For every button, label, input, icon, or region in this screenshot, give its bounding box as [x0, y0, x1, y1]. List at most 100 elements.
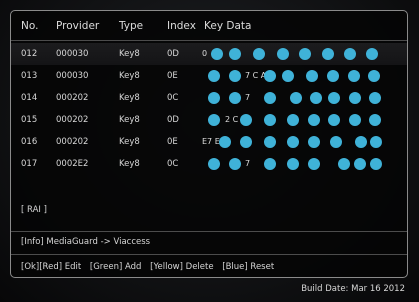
- row-no: 012: [21, 49, 38, 59]
- redaction-mark: [264, 114, 276, 126]
- table-row[interactable]: 014 000202 Key8 0C 7: [11, 87, 407, 109]
- hints-divider: [11, 254, 407, 255]
- redaction-mark: [290, 92, 302, 104]
- redaction-mark: [264, 136, 276, 148]
- redaction-mark: [355, 136, 367, 148]
- redaction-mark: [229, 48, 241, 60]
- row-provider: 000030: [56, 49, 89, 59]
- redaction-mark: [229, 92, 241, 104]
- redaction-mark: [310, 92, 322, 104]
- key-data-text: 7: [245, 159, 251, 168]
- redaction-mark: [306, 70, 318, 82]
- redaction-mark: [349, 92, 361, 104]
- redaction-mark: [349, 114, 361, 126]
- redaction-mark: [328, 92, 340, 104]
- row-no: 014: [21, 93, 38, 103]
- column-header-type: Type: [119, 20, 144, 32]
- key-data-char: 0: [202, 49, 208, 58]
- redaction-mark: [327, 70, 339, 82]
- redaction-mark: [344, 48, 356, 60]
- row-provider: 000030: [56, 71, 89, 81]
- redaction-mark: [219, 136, 231, 148]
- redaction-mark: [282, 70, 294, 82]
- redaction-mark: [366, 48, 378, 60]
- column-header-index: Index: [167, 20, 196, 32]
- row-provider: 000202: [56, 115, 89, 125]
- table-row[interactable]: 016 000202 Key8 0E E7 E: [11, 131, 407, 153]
- redaction-mark: [229, 158, 241, 170]
- rai-label: [ RAI ]: [21, 205, 47, 215]
- row-type: Key8: [119, 115, 140, 125]
- row-no: 016: [21, 137, 38, 147]
- redaction-mark: [208, 70, 220, 82]
- redaction-mark: [330, 136, 342, 148]
- row-type: Key8: [119, 93, 140, 103]
- column-header-no: No.: [21, 20, 39, 32]
- status-divider: [11, 231, 407, 232]
- header-divider: [11, 40, 407, 41]
- redaction-mark: [369, 114, 381, 126]
- build-date: Build Date: Mar 16 2012: [301, 284, 405, 294]
- row-key-data: 2 C: [202, 112, 402, 128]
- key-editor-panel: No. Provider Type Index Key Data 012 000…: [10, 10, 408, 278]
- redaction-mark: [211, 48, 223, 60]
- redaction-mark: [287, 136, 299, 148]
- redaction-mark: [368, 70, 380, 82]
- redaction-mark: [264, 158, 276, 170]
- redaction-mark: [369, 92, 381, 104]
- table-row[interactable]: 015 000202 Key8 0D 2 C: [11, 109, 407, 131]
- redaction-mark: [240, 114, 252, 126]
- row-index: 0C: [167, 93, 179, 103]
- column-header-key-data: Key Data: [204, 20, 252, 32]
- redaction-mark: [308, 158, 320, 170]
- screen: No. Provider Type Index Key Data 012 000…: [0, 0, 419, 302]
- redaction-mark: [299, 48, 311, 60]
- table-row[interactable]: 012 000030 Key8 0D 0: [11, 43, 407, 65]
- key-data-text: E7 E: [202, 137, 220, 146]
- table-row[interactable]: 017 0002E2 Key8 0C 7: [11, 153, 407, 175]
- edit-hint[interactable]: [Ok][Red] Edit: [21, 262, 81, 272]
- redaction-mark: [208, 92, 220, 104]
- row-provider: 0002E2: [56, 159, 89, 169]
- row-provider: 000202: [56, 93, 89, 103]
- row-key-data: E7 E: [202, 134, 402, 150]
- redaction-mark: [308, 136, 320, 148]
- row-index: 0D: [167, 115, 179, 125]
- row-index: 0D: [167, 49, 179, 59]
- delete-hint[interactable]: [Yellow] Delete: [150, 262, 213, 272]
- key-data-text: 2 C: [225, 115, 239, 124]
- row-key-data: 0: [202, 46, 402, 62]
- row-no: 013: [21, 71, 38, 81]
- key-data-text: 7: [245, 93, 251, 102]
- row-index: 0E: [167, 71, 178, 81]
- redaction-mark: [370, 158, 382, 170]
- redaction-mark: [354, 158, 366, 170]
- add-hint[interactable]: [Green] Add: [90, 262, 142, 272]
- row-type: Key8: [119, 71, 140, 81]
- row-type: Key8: [119, 137, 140, 147]
- redaction-mark: [370, 136, 382, 148]
- reset-hint[interactable]: [Blue] Reset: [222, 262, 274, 272]
- row-index: 0C: [167, 159, 179, 169]
- redaction-mark: [229, 70, 241, 82]
- table-header: No. Provider Type Index Key Data: [11, 11, 407, 41]
- redaction-mark: [308, 114, 320, 126]
- row-provider: 000202: [56, 137, 89, 147]
- key-table: 012 000030 Key8 0D 0 013 000030 Key8 0E …: [11, 43, 407, 175]
- row-key-data: 7: [202, 90, 402, 106]
- row-no: 017: [21, 159, 38, 169]
- info-line: [Info] MediaGuard -> Viaccess: [21, 237, 151, 247]
- redaction-mark: [253, 48, 265, 60]
- row-index: 0E: [167, 137, 178, 147]
- redaction-mark: [264, 70, 276, 82]
- table-row[interactable]: 013 000030 Key8 0E 7 C A: [11, 65, 407, 87]
- column-header-provider: Provider: [56, 20, 100, 32]
- row-type: Key8: [119, 49, 140, 59]
- redaction-mark: [208, 114, 220, 126]
- redaction-mark: [208, 158, 220, 170]
- redaction-mark: [287, 158, 299, 170]
- row-key-data: 7 C A: [202, 68, 402, 84]
- redaction-mark: [240, 136, 252, 148]
- redaction-mark: [348, 70, 360, 82]
- redaction-mark: [328, 114, 340, 126]
